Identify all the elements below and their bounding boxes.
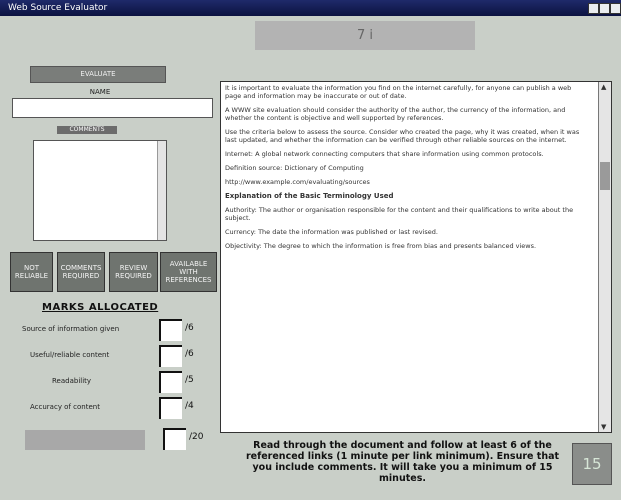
rubric-title: MARKS ALLOCATED: [42, 302, 159, 313]
score-input[interactable]: [159, 371, 182, 393]
criterion-label: Useful/reliable content: [30, 351, 110, 359]
evaluate-button[interactable]: EVALUATE: [30, 66, 166, 83]
doc-paragraph: Objectivity: The degree to which the inf…: [225, 242, 537, 250]
window-title: Web Source Evaluator: [8, 3, 108, 13]
criterion-label: Source of information given: [22, 325, 120, 333]
total-score-input[interactable]: [163, 428, 186, 450]
close-button[interactable]: [610, 3, 621, 14]
doc-paragraph: Definition source: Dictionary of Computi…: [225, 164, 364, 172]
scroll-up-icon[interactable]: ▲: [601, 83, 606, 91]
top-display: 7 i: [255, 21, 475, 50]
score-input[interactable]: [159, 319, 182, 341]
max-score: /6: [185, 349, 194, 359]
doc-link[interactable]: http://www.example.com/evaluating/source…: [225, 178, 587, 186]
timer-display: 15: [572, 443, 612, 485]
doc-heading: Explanation of the Basic Terminology Use…: [225, 192, 394, 200]
minimize-button[interactable]: [588, 3, 599, 14]
not-reliable-label: NOT RELIABLE: [14, 264, 49, 280]
name-input[interactable]: [12, 98, 213, 118]
maximize-button[interactable]: [599, 3, 610, 14]
comments-label: COMMENTS: [57, 126, 117, 134]
not-reliable-button[interactable]: NOT RELIABLE: [10, 252, 53, 292]
comments-required-button[interactable]: COMMENTS REQUIRED: [57, 252, 105, 292]
score-input[interactable]: [159, 397, 182, 419]
window-titlebar: Web Source Evaluator: [0, 0, 621, 16]
criterion-label: Readability: [52, 377, 92, 385]
total-score-bar: [25, 430, 145, 450]
comments-scrollbar[interactable]: [157, 141, 166, 240]
available-with-references-button[interactable]: AVAILABLE WITH REFERENCES: [160, 252, 217, 292]
doc-paragraph: It is important to evaluate the informat…: [225, 84, 572, 100]
instructions-text: Read through the document and follow at …: [245, 440, 560, 484]
comments-textarea[interactable]: [33, 140, 167, 241]
score-input[interactable]: [159, 345, 182, 367]
doc-paragraph: Authority: The author or organisation re…: [225, 206, 574, 222]
scroll-down-icon[interactable]: ▼: [601, 423, 606, 431]
doc-paragraph: Internet: A global network connecting co…: [225, 150, 544, 158]
available-with-references-label: AVAILABLE WITH REFERENCES: [165, 260, 212, 284]
document-scrollbar[interactable]: ▲ ▼: [598, 82, 611, 432]
document-pane[interactable]: It is important to evaluate the informat…: [220, 81, 612, 433]
name-label: NAME: [89, 88, 111, 96]
max-score: /5: [185, 375, 194, 385]
max-score: /6: [185, 323, 194, 333]
review-required-button[interactable]: REVIEW REQUIRED: [109, 252, 158, 292]
total-max-score: /20: [189, 432, 204, 442]
doc-paragraph: Use the criteria below to assess the sou…: [225, 128, 580, 144]
document-text: It is important to evaluate the informat…: [225, 84, 587, 256]
scroll-thumb[interactable]: [600, 162, 610, 190]
max-score: /4: [185, 401, 194, 411]
review-required-label: REVIEW REQUIRED: [115, 264, 152, 280]
doc-paragraph: Currency: The date the information was p…: [225, 228, 438, 236]
criterion-label: Accuracy of content: [30, 403, 100, 411]
comments-required-label: COMMENTS REQUIRED: [60, 264, 102, 280]
doc-paragraph: A WWW site evaluation should consider th…: [225, 106, 566, 122]
